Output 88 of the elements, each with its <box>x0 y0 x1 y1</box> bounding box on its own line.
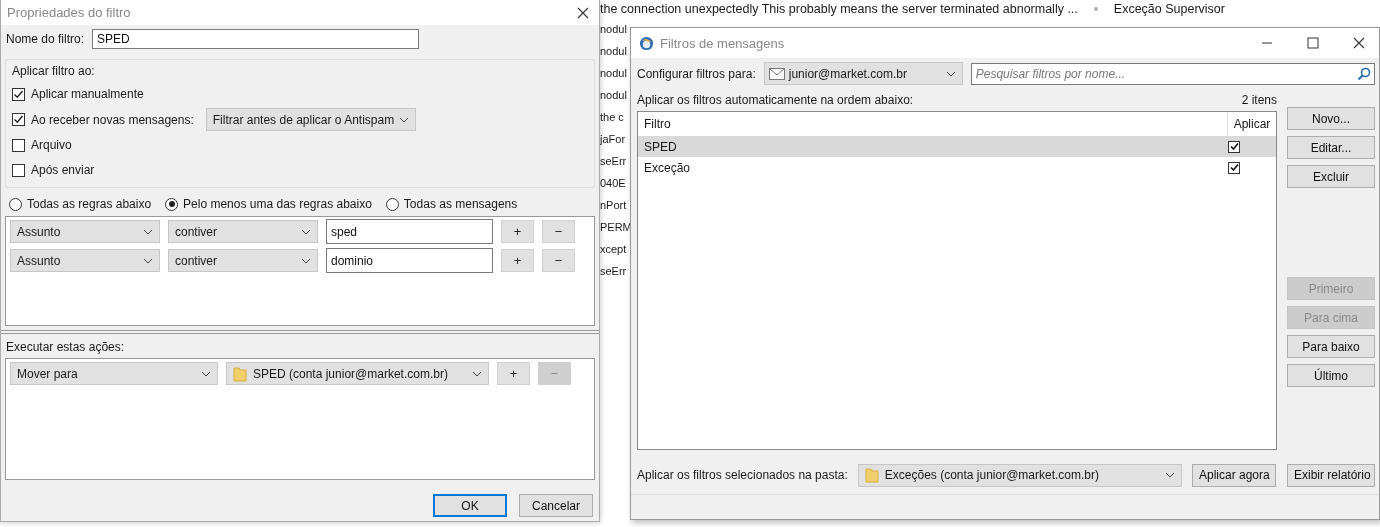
radio-label[interactable]: Pelo menos uma das regras abaixo <box>183 197 372 211</box>
field-label: Aplicar os filtros selecionados na pasta: <box>637 468 848 482</box>
show-report-button[interactable]: Exibir relatório <box>1287 463 1375 487</box>
checkbox[interactable] <box>12 113 25 126</box>
apply-now-button[interactable]: Aplicar agora <box>1192 463 1276 487</box>
list-row-text: xcept <box>600 243 627 255</box>
operator-dropdown[interactable]: contiver <box>168 249 318 272</box>
add-action-button[interactable]: + <box>497 362 530 385</box>
folder-icon <box>233 365 247 382</box>
caret-icon <box>143 228 153 235</box>
radio-label[interactable]: Todas as regras abaixo <box>27 197 152 211</box>
list-row-text: 040E <box>600 177 626 189</box>
side-button[interactable]: Para baixo <box>1287 335 1375 358</box>
list-row-text: nodul <box>600 89 627 101</box>
list-row-text: the connection unexpectedly This probably means the server terminated abnormally ... <box>600 2 1078 16</box>
add-rule-button[interactable]: + <box>501 220 534 243</box>
action-dropdown[interactable]: Mover para <box>10 362 218 385</box>
account-dropdown[interactable]: junior@market.com.br <box>763 62 963 85</box>
list-row-text: the c <box>600 111 624 123</box>
checkbox-label[interactable]: Aplicar manualmente <box>31 87 144 101</box>
filter-row[interactable]: SPED <box>638 136 1276 157</box>
checkbox-label[interactable]: Após enviar <box>31 163 95 177</box>
bullet-icon <box>1093 7 1098 11</box>
folder-icon <box>864 467 879 483</box>
envelope-icon <box>768 67 785 80</box>
enable-checkbox[interactable] <box>1228 161 1240 174</box>
caret-icon <box>1165 472 1175 478</box>
side-button[interactable]: Excluir <box>1287 165 1375 188</box>
column-header[interactable]: Filtro <box>638 117 1227 131</box>
list-row-text: nodul <box>600 45 627 57</box>
list-caption: Aplicar os filtros automaticamente na ordem abaixo: <box>637 93 914 107</box>
rule-value-field[interactable]: dominio <box>326 248 493 273</box>
window-title: Filtros de mensagens <box>660 35 785 51</box>
field-dropdown[interactable]: Assunto <box>10 249 160 272</box>
field-label: Nome do filtro: <box>6 32 85 46</box>
close-icon[interactable] <box>577 6 589 19</box>
maximize-icon[interactable] <box>1307 37 1319 49</box>
remove-rule-button[interactable]: − <box>542 220 575 243</box>
filter-row[interactable]: Exceção <box>638 157 1276 178</box>
caret-icon <box>472 370 482 377</box>
list-row-text: nPort <box>600 199 627 211</box>
cancel-button[interactable]: Cancelar <box>519 494 593 517</box>
target-folder-dropdown[interactable]: SPED (conta junior@market.com.br) <box>226 362 489 385</box>
caret-icon <box>945 70 956 77</box>
item-count: 2 itens <box>1241 93 1277 107</box>
caret-icon <box>201 370 211 377</box>
caret-icon <box>301 257 311 264</box>
side-button[interactable]: Novo... <box>1287 107 1375 130</box>
checkbox[interactable] <box>12 138 25 152</box>
section-label: Executar estas ações: <box>5 340 126 354</box>
window-title: Propriedades do filtro <box>7 5 132 20</box>
caret-icon <box>143 257 153 264</box>
add-rule-button[interactable]: + <box>501 249 534 272</box>
radio-button[interactable] <box>385 197 399 211</box>
list-row-text: seErr <box>600 155 627 167</box>
checkbox[interactable] <box>12 163 25 177</box>
enable-checkbox[interactable] <box>1228 140 1240 153</box>
app-logo-icon <box>639 35 654 51</box>
close-icon[interactable] <box>1353 37 1365 49</box>
side-button[interactable]: Último <box>1287 364 1375 387</box>
timing-dropdown[interactable]: Filtrar antes de aplicar o Antispam <box>205 108 416 131</box>
checkbox-label[interactable]: Arquivo <box>31 138 72 152</box>
rule-value-field[interactable]: sped <box>326 219 493 244</box>
radio-button[interactable] <box>165 197 179 211</box>
caret-icon <box>301 228 311 235</box>
filter-name: SPED <box>643 139 678 154</box>
list-row-tag: Exceção Supervisor <box>1113 2 1225 16</box>
field-label: Configurar filtros para: <box>637 66 756 81</box>
checkbox-label[interactable]: Ao receber novas mensagens: <box>31 112 194 127</box>
operator-dropdown[interactable]: contiver <box>168 220 318 243</box>
radio-label[interactable]: Todas as mensagens <box>403 197 518 211</box>
ok-button[interactable]: OK <box>433 494 507 517</box>
side-button[interactable]: Editar... <box>1287 136 1375 159</box>
list-row-text: seErr <box>600 265 627 277</box>
radio-button[interactable] <box>9 197 22 211</box>
field-dropdown[interactable]: Assunto <box>10 220 160 243</box>
group-label: Aplicar filtro ao: <box>12 64 96 78</box>
checkbox[interactable] <box>12 87 25 101</box>
remove-rule-button[interactable]: − <box>542 249 575 272</box>
caret-icon <box>399 116 410 123</box>
list-row-text: jaFor <box>600 133 626 145</box>
filter-name: Exceção <box>643 160 692 175</box>
filter-name-field[interactable]: SPED <box>92 29 420 49</box>
search-icon <box>1357 66 1371 81</box>
list-row-text: nodul <box>600 23 627 35</box>
search-field[interactable]: Pesquisar filtros por nome... <box>970 62 1375 85</box>
folder-dropdown[interactable]: Exceções (conta junior@market.com.br) <box>857 463 1182 487</box>
list-row-text: nodul <box>600 67 627 79</box>
